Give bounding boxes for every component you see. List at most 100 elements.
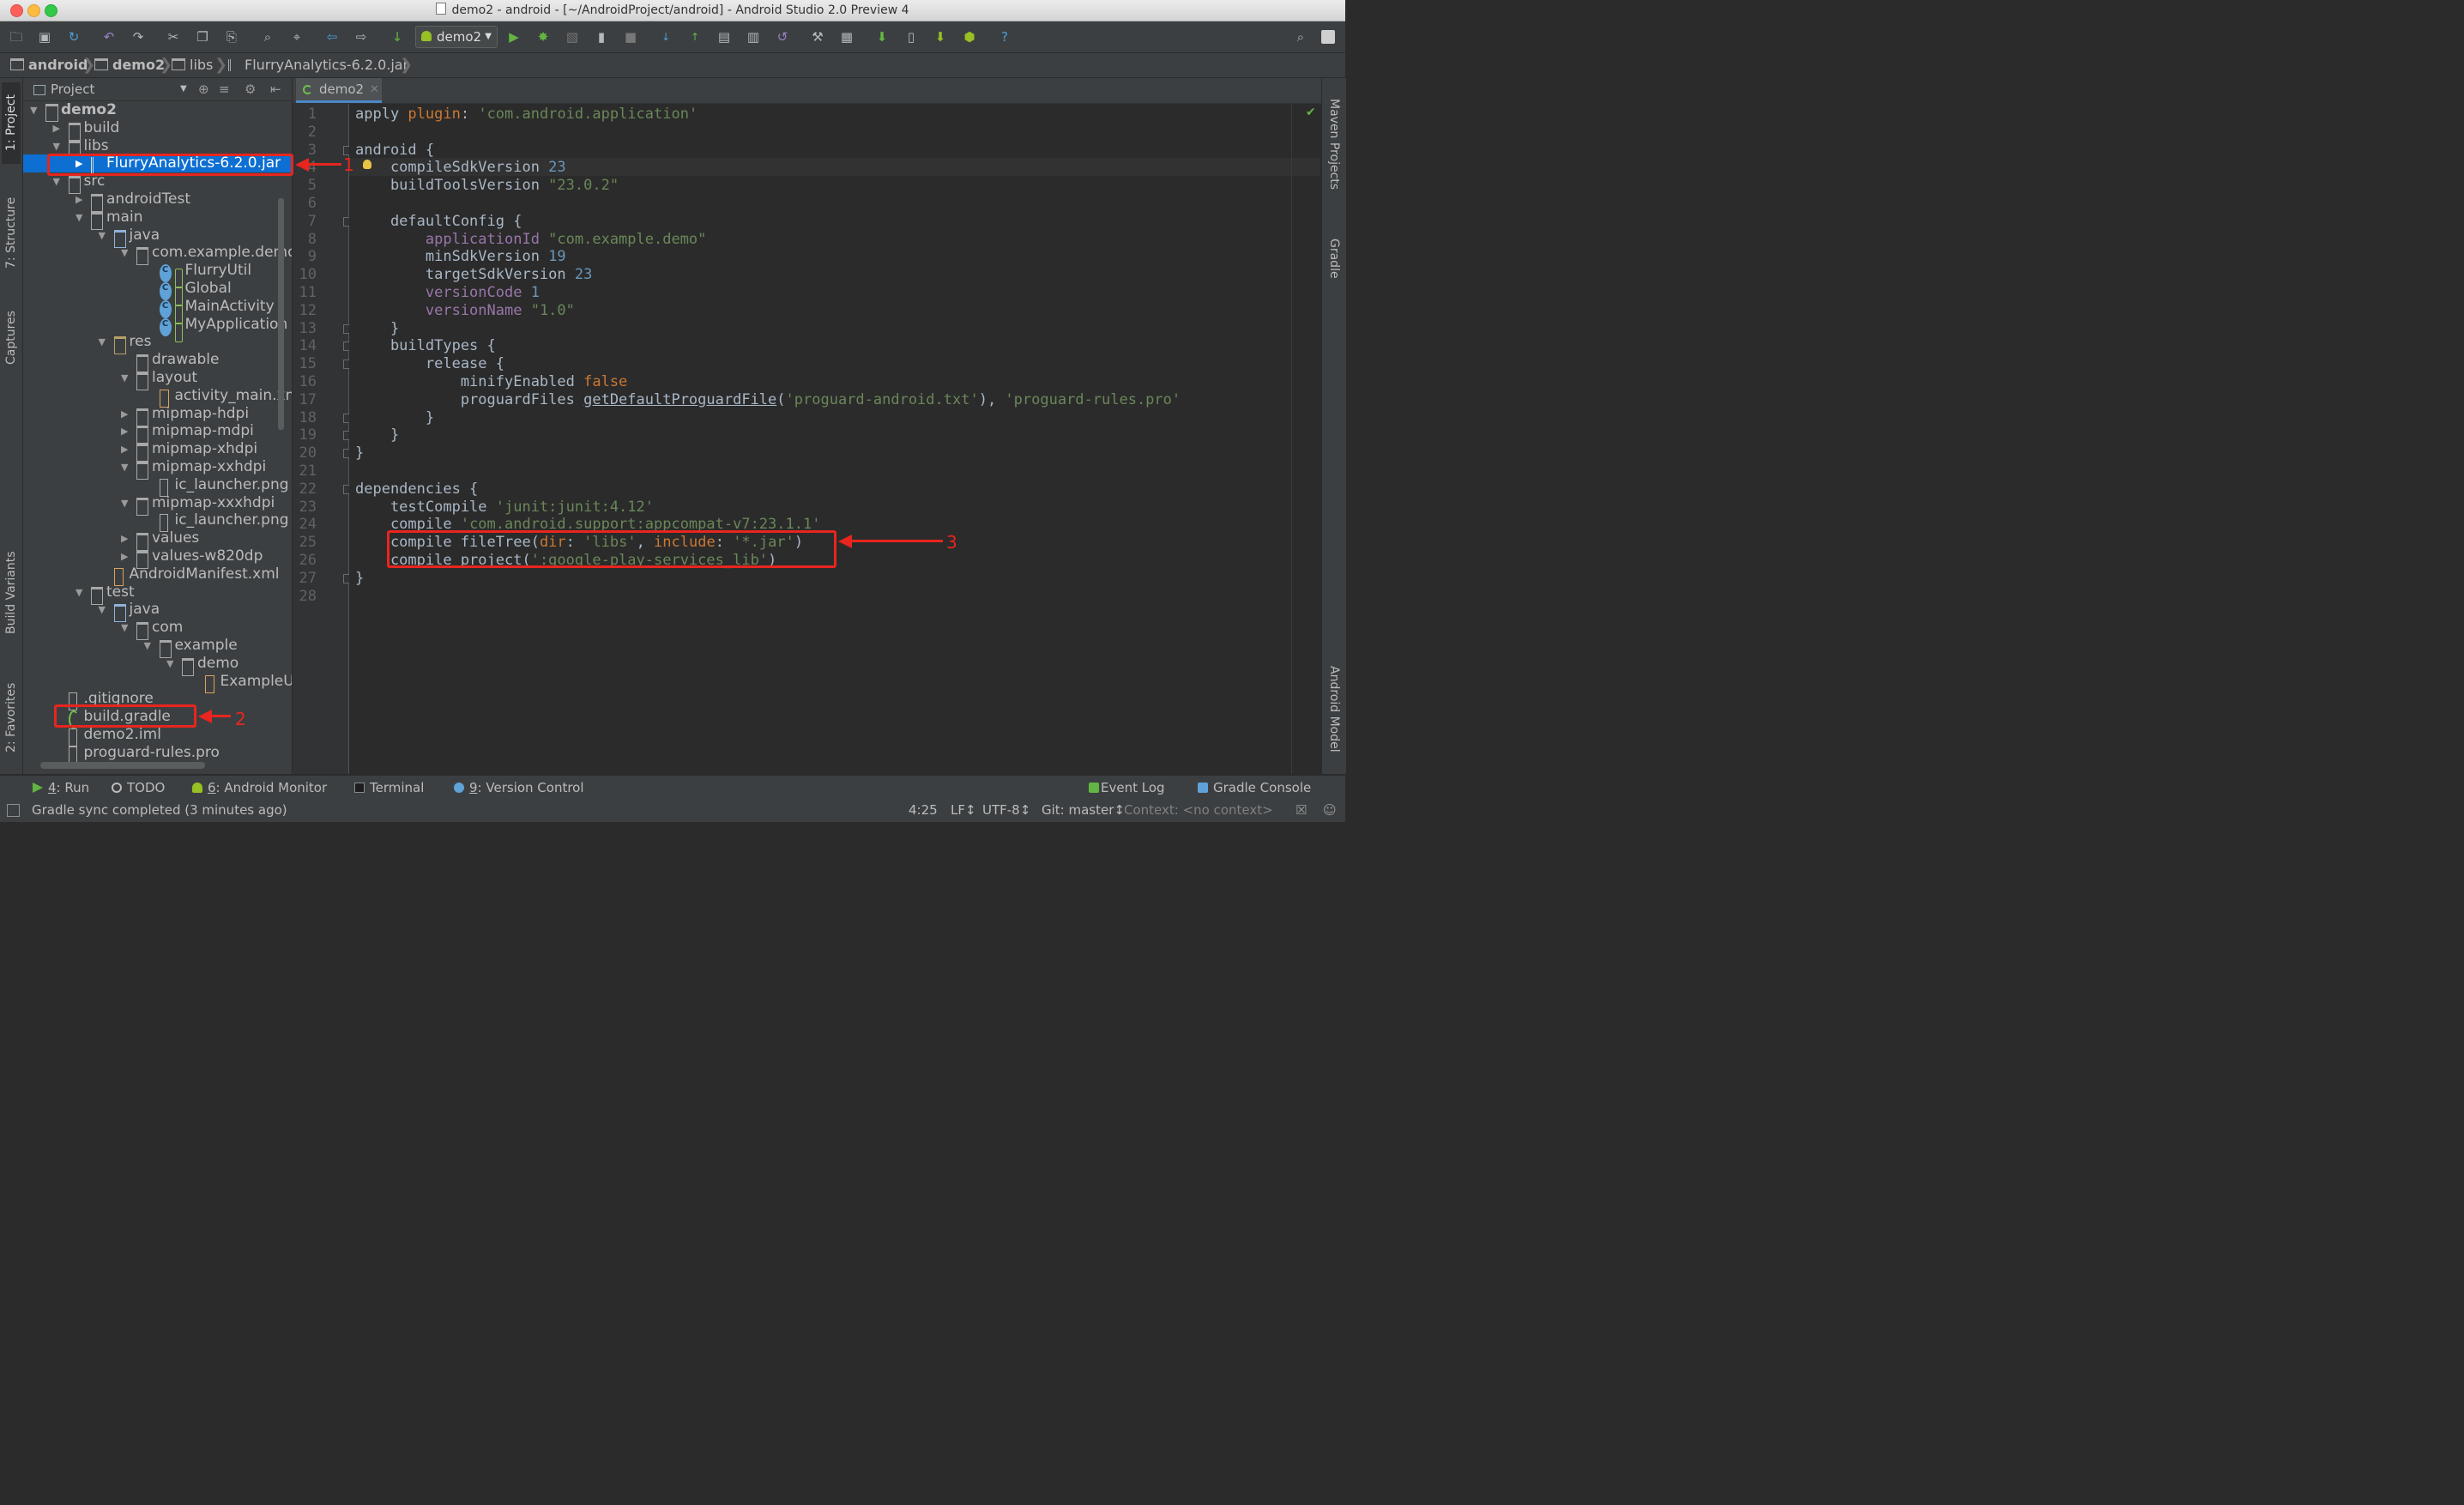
search-everywhere-icon[interactable]: ⌕ [1292,28,1309,45]
tree-item[interactable]: ▼ java [23,227,292,248]
collapsed-arrow-icon[interactable]: ▶ [53,119,63,137]
vcs-history-icon[interactable]: ▤ [716,28,733,45]
expanded-arrow-icon[interactable]: ▼ [75,209,86,227]
undo-icon[interactable]: ↶ [100,28,118,45]
tool-tab-run[interactable]: 4: Run [33,776,89,800]
collapsed-arrow-icon[interactable]: ▶ [121,547,131,565]
expanded-arrow-icon[interactable]: ▼ [121,369,131,387]
collapsed-arrow-icon[interactable]: ▶ [75,190,86,209]
tree-item[interactable]: ic_launcher.png [23,476,292,497]
tool-tab-todo[interactable]: TODO [112,776,165,800]
tree-item[interactable]: C Global [23,280,292,306]
expanded-arrow-icon[interactable]: ▼ [99,333,109,351]
breadcrumb-item-jar[interactable]: FlurryAnalytics-6.2.0.jar [228,53,408,77]
run-configuration-dropdown[interactable]: demo2 ▼ [415,26,498,48]
hide-panel-icon[interactable]: ⇤ [270,78,281,100]
expanded-arrow-icon[interactable]: ▼ [99,601,109,619]
chevron-down-icon[interactable]: ▼ [180,78,187,100]
window-maximize-button[interactable] [45,4,57,17]
window-close-button[interactable] [10,4,23,17]
code-editor[interactable]: ✔ apply plugin: 'com.android.application… [349,104,1320,774]
help-icon[interactable]: ? [996,28,1013,45]
sync-icon[interactable]: ↻ [65,28,82,45]
cut-icon[interactable]: ✂ [165,28,182,45]
avd-manager-icon[interactable]: ▯ [903,28,920,45]
make-project-icon[interactable]: ↓ [389,28,406,45]
tree-item[interactable]: ▼ test [23,583,292,605]
redo-icon[interactable]: ↷ [130,28,147,45]
expanded-arrow-icon[interactable]: ▼ [30,101,40,119]
collapsed-arrow-icon[interactable]: ▶ [121,405,131,423]
collapsed-arrow-icon[interactable]: ▶ [121,440,131,458]
tool-tab-favorites[interactable]: 2: Favorites [2,670,21,765]
tree-item[interactable]: C FlurryUtil [23,262,292,289]
tool-tab-maven-projects[interactable]: Maven Projects [1325,88,1344,200]
tree-item[interactable]: proguard-rules.pro [23,744,292,765]
status-message[interactable]: Gradle sync completed (3 minutes ago) [32,800,287,820]
paste-icon[interactable]: ⎘ [223,28,240,45]
tree-item[interactable]: ▶ mipmap-mdpi [23,422,292,444]
vertical-scrollbar[interactable] [278,198,284,430]
tree-item[interactable]: ▶ mipmap-xhdpi [23,440,292,462]
expanded-arrow-icon[interactable]: ▼ [75,583,86,601]
save-icon[interactable]: ▣ [36,28,53,45]
forward-icon[interactable]: ⇨ [353,28,370,45]
sdk-manager-icon[interactable]: ⬇ [932,28,949,45]
tool-tab-android-model[interactable]: Android Model [1325,653,1344,765]
settings-icon[interactable]: ⚒ [809,28,826,45]
attach-debugger-icon[interactable]: ▮ [593,28,610,45]
tree-item[interactable]: ▼ libs [23,137,292,159]
tree-item[interactable]: C MainActivity [23,298,292,324]
tool-tab-gradle[interactable]: Gradle [1325,228,1344,288]
tree-item[interactable]: ▶ values [23,529,292,552]
collapsed-arrow-icon[interactable]: ▶ [121,529,131,547]
tree-item[interactable]: activity_main.xml [23,387,292,408]
tree-item[interactable]: ▶ build [23,119,292,141]
gradle-sync-icon[interactable]: ⬇ [873,28,891,45]
tree-item[interactable]: ExampleUnitTest [23,673,292,693]
tree-item[interactable]: ▶ androidTest [23,190,292,212]
tree-item[interactable]: ▶ values-w820dp [23,547,292,569]
open-folder-icon[interactable]: 🗀 [8,28,25,45]
inspector-icon[interactable]: ☺ [1323,800,1337,820]
tool-tab-event-log[interactable]: Event Log [1089,776,1165,800]
project-structure-icon[interactable]: ▦ [838,28,855,45]
tool-tab-version-control[interactable]: 9: Version Control [454,776,584,800]
file-encoding[interactable]: UTF-8↕ [982,800,1030,820]
tool-tab-captures[interactable]: Captures [2,297,21,378]
tree-item[interactable]: ic_launcher.png [23,511,292,533]
tree-item[interactable]: ▼ demo [23,655,292,676]
tree-item[interactable]: drawable [23,351,292,373]
tool-tab-project[interactable]: 1: Project [2,82,21,164]
tree-item[interactable]: ▼ mipmap-xxxhdpi [23,494,292,516]
back-icon[interactable]: ⇦ [323,28,341,45]
tree-item[interactable]: ▼ layout [23,369,292,390]
expanded-arrow-icon[interactable]: ▼ [121,458,131,476]
tool-tab-build-variants[interactable]: Build Variants [2,537,21,649]
tree-item[interactable]: ▼ com.example.demo [23,244,292,266]
tool-tab-structure[interactable]: 7: Structure [2,185,21,280]
expanded-arrow-icon[interactable]: ▼ [121,619,131,637]
tab-demo2[interactable]: demo2 ✕ [296,78,382,103]
expanded-arrow-icon[interactable]: ▼ [99,227,109,245]
tree-item[interactable]: demo2.iml [23,726,292,746]
find-icon[interactable]: ⌕ [259,28,276,45]
expanded-arrow-icon[interactable]: ▼ [166,655,177,673]
expanded-arrow-icon[interactable]: ▼ [53,137,63,155]
git-branch[interactable]: Git: master↕ [1042,800,1125,820]
user-icon[interactable] [1321,30,1335,44]
tree-item[interactable]: ▼ demo2 [23,101,292,122]
tree-item[interactable]: AndroidManifest.xml [23,565,292,586]
close-icon[interactable]: ✕ [370,78,379,101]
tree-item[interactable]: ▼ mipmap-xxhdpi [23,458,292,480]
tree-item[interactable]: ▼ example [23,637,292,658]
window-minimize-button[interactable] [27,4,40,17]
vcs-revert-icon[interactable]: ↺ [774,28,791,45]
breadcrumb-item-android[interactable]: android [10,53,88,77]
android-device-monitor-icon[interactable]: ⬢ [961,28,978,45]
caret-position[interactable]: 4:25 [909,800,938,820]
stop-icon[interactable]: ■ [622,28,639,45]
run-icon[interactable]: ▶ [505,28,522,45]
debug-icon[interactable]: ✸ [534,28,552,45]
tree-item[interactable]: ▼ main [23,209,292,230]
